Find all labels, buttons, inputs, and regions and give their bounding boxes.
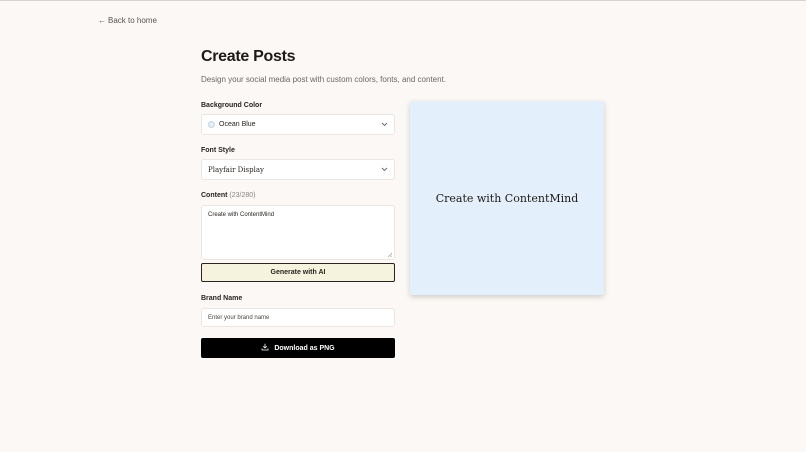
font-style-value: Playfair Display <box>208 165 264 174</box>
preview-text: Create with ContentMind <box>435 191 579 205</box>
brand-name-placeholder: Enter your brand name <box>208 314 270 321</box>
content-label-text: Content <box>201 192 228 199</box>
page-subtitle: Design your social media post with custo… <box>201 75 447 84</box>
back-link-label: Back to home <box>108 16 157 25</box>
content-textarea[interactable]: Create with ContentMind <box>201 205 395 260</box>
resize-handle-icon[interactable] <box>387 252 393 258</box>
download-png-button[interactable]: Download as PNG <box>201 338 395 358</box>
color-swatch-icon <box>208 121 215 128</box>
arrow-left-icon: ← <box>98 16 106 25</box>
download-icon <box>261 343 269 353</box>
background-color-value: Ocean Blue <box>219 121 256 128</box>
generate-with-ai-button[interactable]: Generate with AI <box>201 263 395 282</box>
background-color-label: Background Color <box>201 102 263 109</box>
download-button-label: Download as PNG <box>274 344 335 352</box>
page-title: Create Posts <box>201 48 296 65</box>
content-char-count: (23/280) <box>229 192 256 199</box>
font-style-select[interactable]: Playfair Display <box>201 159 395 180</box>
content-label: Content (23/280) <box>201 192 255 199</box>
background-color-select[interactable]: Ocean Blue <box>201 114 395 135</box>
font-style-label: Font Style <box>201 147 235 154</box>
chevron-down-icon <box>380 166 388 174</box>
brand-name-label: Brand Name <box>201 295 243 302</box>
post-preview: Create with ContentMind <box>410 101 604 295</box>
back-to-home-link[interactable]: ← Back to home <box>98 16 157 25</box>
content-textarea-value: Create with ContentMind <box>208 212 275 218</box>
brand-name-input[interactable]: Enter your brand name <box>201 308 395 327</box>
chevron-down-icon <box>380 121 388 129</box>
